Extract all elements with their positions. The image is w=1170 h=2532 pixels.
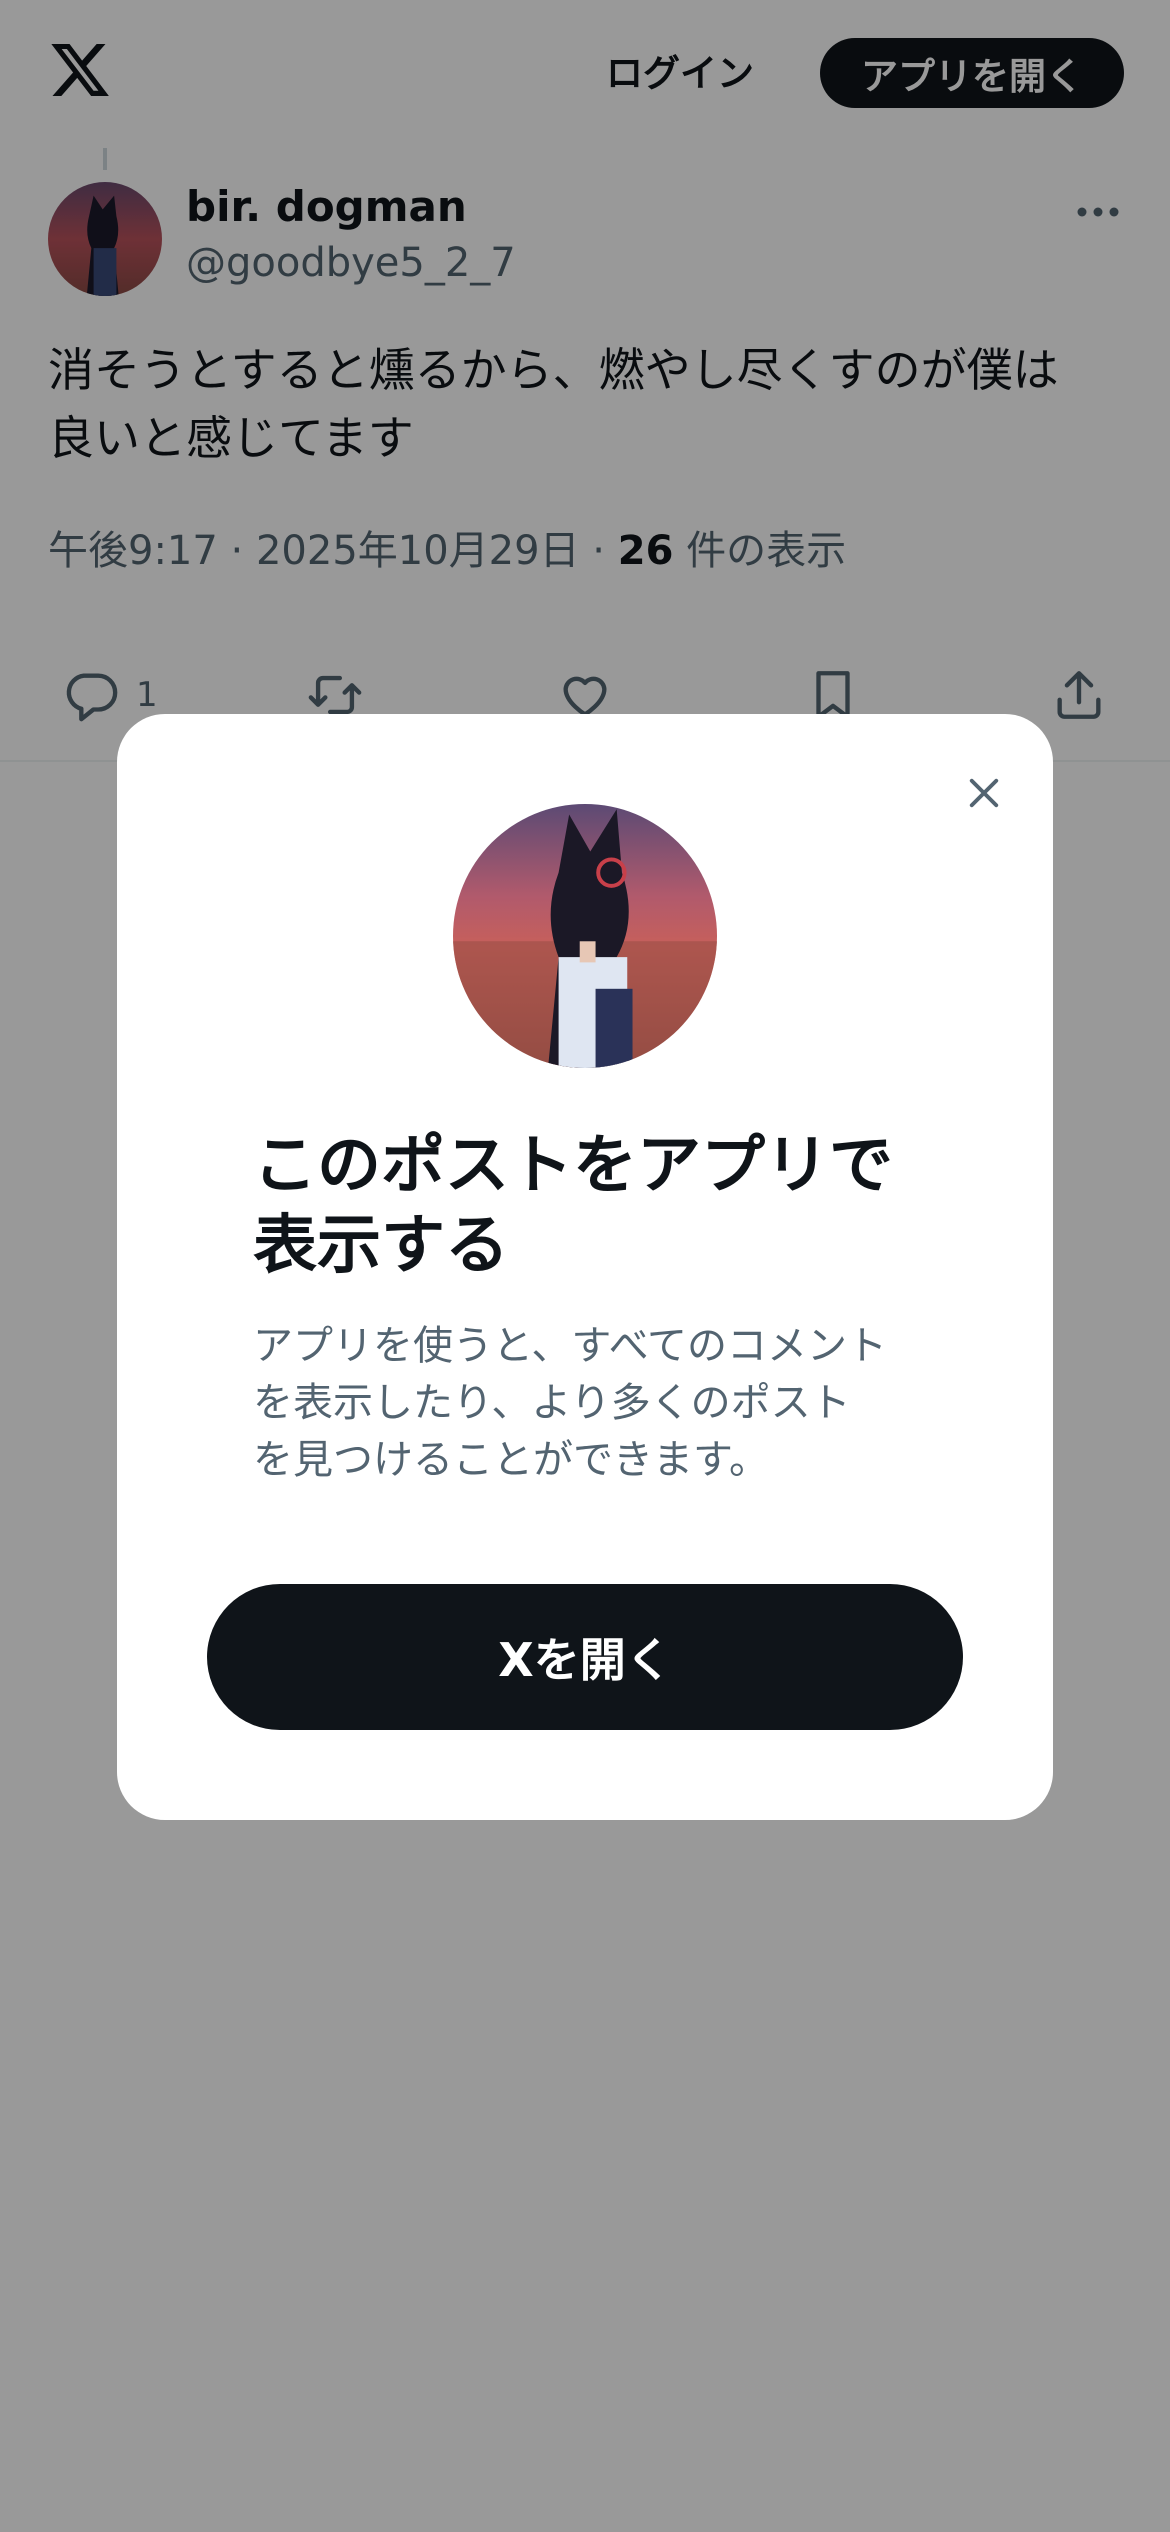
- modal-desc-line: を見つけることができます。: [253, 1437, 769, 1483]
- close-icon: [969, 778, 999, 808]
- modal-avatar: [453, 804, 717, 1068]
- modal-title-line: 表示する: [253, 1209, 509, 1283]
- open-x-button[interactable]: Xを開く: [207, 1584, 963, 1730]
- modal-title: このポストをアプリで 表示する: [253, 1126, 933, 1286]
- modal-desc-line: アプリを使うと、すべてのコメント: [253, 1323, 887, 1369]
- page: ログイン アプリを開く bir. dogman @goodbye5_2_7 消そ…: [0, 0, 1170, 2532]
- modal-title-line: このポストをアプリで: [253, 1129, 893, 1203]
- close-button[interactable]: [947, 756, 1021, 830]
- modal-description: アプリを使うと、すべてのコメント を表示したり、より多くのポスト を見つけること…: [253, 1318, 933, 1489]
- modal-desc-line: を表示したり、より多くのポスト: [253, 1380, 851, 1426]
- open-in-app-modal: このポストをアプリで 表示する アプリを使うと、すべてのコメント を表示したり、…: [117, 714, 1053, 1820]
